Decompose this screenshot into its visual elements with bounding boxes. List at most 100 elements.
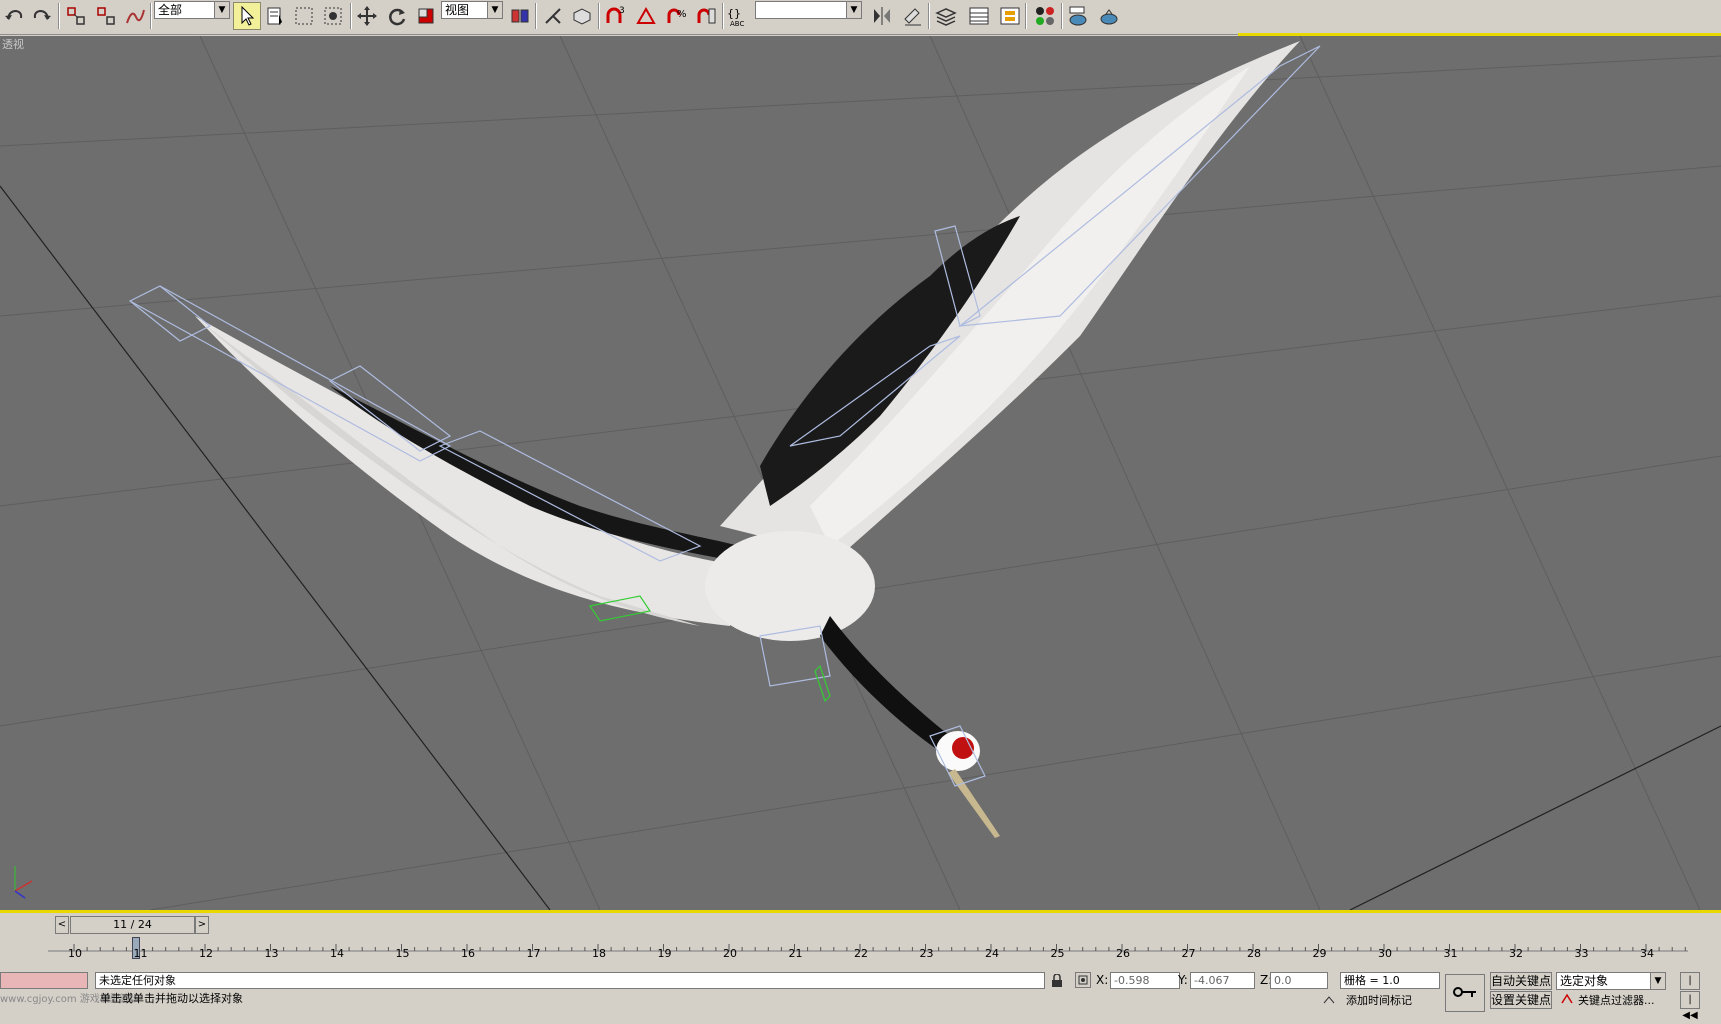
timeline-tick-label: 32 bbox=[1509, 947, 1523, 960]
perspective-viewport[interactable]: 透视 bbox=[0, 36, 1721, 910]
pivot-icon[interactable] bbox=[506, 2, 534, 30]
y-coordinate-field[interactable]: -4.067 bbox=[1190, 972, 1255, 989]
timeline-tick-label: 18 bbox=[592, 947, 606, 960]
timeline-tick-label: 22 bbox=[854, 947, 868, 960]
bind-spacewarp-icon[interactable] bbox=[121, 2, 149, 30]
unlink-icon[interactable] bbox=[92, 2, 120, 30]
timeline-tick-label: 11 bbox=[133, 947, 148, 960]
timeline-tick-label: 19 bbox=[657, 947, 672, 960]
timeline-track[interactable]: 10 11 12 13 14 15 16 17 18 19 20 21 22 23 24 25 26 27 28 29… bbox=[48, 937, 1688, 974]
layer-manager-icon[interactable] bbox=[932, 2, 960, 30]
timeline-tick-label: 23 bbox=[919, 947, 934, 960]
selected-objects-dropdown[interactable]: 选定对象 ▼ bbox=[1556, 972, 1666, 990]
snap-3d-icon[interactable]: 3 bbox=[602, 2, 630, 30]
timeline-tick-label: 17 bbox=[526, 947, 541, 960]
set-key-mode-button[interactable] bbox=[1445, 974, 1485, 1012]
rect-selection-icon[interactable] bbox=[290, 2, 318, 30]
named-selection-dropdown[interactable]: ▼ bbox=[755, 1, 862, 19]
add-time-tag[interactable]: 添加时间标记 bbox=[1346, 992, 1412, 1008]
align-icon[interactable] bbox=[898, 2, 926, 30]
auto-key-button[interactable]: 自动关键点 bbox=[1490, 972, 1552, 990]
selection-filter-dropdown[interactable]: 全部 ▼ bbox=[154, 1, 230, 19]
viewport-scene bbox=[0, 36, 1721, 910]
link-icon[interactable] bbox=[62, 2, 90, 30]
key-filters-button[interactable]: 关键点过滤器... bbox=[1578, 992, 1655, 1008]
mirror-icon[interactable] bbox=[868, 2, 896, 30]
curve-editor-icon[interactable] bbox=[965, 2, 993, 30]
rotate-icon[interactable] bbox=[383, 2, 411, 30]
timeline-tick-label: 33 bbox=[1574, 947, 1589, 960]
timeline-tick-label: 21 bbox=[788, 947, 803, 960]
timeline-tick-label: 31 bbox=[1443, 947, 1458, 960]
angle-snap-icon[interactable] bbox=[632, 2, 660, 30]
axis-tripod bbox=[14, 866, 33, 899]
prompt-message: 单击或单击并拖动以选择对象 bbox=[100, 992, 243, 1005]
svg-text:3: 3 bbox=[619, 6, 625, 16]
viewport-home-grid-axes bbox=[0, 185, 1721, 910]
move-icon[interactable] bbox=[353, 2, 381, 30]
chevron-down-icon: ▼ bbox=[846, 2, 861, 18]
material-editor-icon[interactable] bbox=[1031, 2, 1059, 30]
chevron-down-icon: ▼ bbox=[1650, 973, 1665, 989]
script-listener[interactable] bbox=[0, 972, 88, 989]
spinner-snap-icon[interactable] bbox=[692, 2, 720, 30]
key-icon bbox=[1453, 987, 1476, 997]
time-tag-icon[interactable] bbox=[1322, 994, 1336, 1008]
time-slider-prev-button[interactable]: < bbox=[55, 916, 69, 934]
schematic-view-icon[interactable] bbox=[996, 2, 1024, 30]
select-object-icon[interactable] bbox=[233, 2, 261, 30]
x-coordinate-field[interactable]: -0.598 bbox=[1110, 972, 1180, 989]
percent-snap-icon[interactable]: % bbox=[662, 2, 690, 30]
timeline-tick-label: 30 bbox=[1378, 947, 1392, 960]
time-slider-next-button[interactable]: > bbox=[195, 916, 209, 934]
bottom-panel: < 11 / 24 > 10 11 12 13 14 15 16 17 18 19 20 21 22 23… bbox=[0, 910, 1721, 1021]
reference-coord-dropdown[interactable]: 视图 ▼ bbox=[441, 1, 503, 19]
go-to-start-icon[interactable]: |◀◀ bbox=[1680, 972, 1700, 1002]
timeline-tick-label: 10 bbox=[68, 947, 82, 960]
timeline-tick-label: 12 bbox=[199, 947, 213, 960]
z-coordinate-field[interactable]: 0.0 bbox=[1270, 972, 1328, 989]
render-setup-icon[interactable] bbox=[1064, 2, 1092, 30]
status-row: www.cgjoy.com 游戏模型论坛 未选定任何对象 单击或单击并拖动以选择… bbox=[0, 972, 1721, 1021]
svg-text:ABC: ABC bbox=[730, 20, 744, 27]
window-crossing-icon[interactable] bbox=[319, 2, 347, 30]
timeline-tick-label: 25 bbox=[1050, 947, 1065, 960]
time-slider[interactable]: 11 / 24 bbox=[70, 916, 195, 934]
timeline-tick-label: 28 bbox=[1247, 947, 1261, 960]
go-to-start-icon[interactable]: |◀◀ bbox=[1680, 991, 1700, 1021]
select-by-name-icon[interactable] bbox=[262, 2, 290, 30]
edit-named-selection-icon[interactable]: {} ABC bbox=[725, 2, 753, 30]
timeline-tick-marks bbox=[48, 944, 1688, 952]
status-message: 未选定任何对象 bbox=[95, 972, 1045, 989]
redo-icon[interactable] bbox=[28, 2, 56, 30]
selected-objects-value: 选定对象 bbox=[1560, 974, 1609, 988]
chevron-down-icon: ▼ bbox=[487, 2, 502, 18]
set-key-button[interactable]: 设置关键点 bbox=[1490, 991, 1552, 1009]
crane-model[interactable] bbox=[128, 41, 1321, 838]
scale-icon[interactable] bbox=[412, 2, 440, 30]
timeline-tick-label: 14 bbox=[330, 947, 344, 960]
main-toolbar: 全部 ▼ 视图 ▼ 3 % {} ABC ▼ bbox=[0, 0, 1721, 35]
lock-icon[interactable] bbox=[1050, 973, 1064, 991]
svg-text:{}: {} bbox=[727, 7, 741, 20]
timeline-tick-label: 20 bbox=[723, 947, 737, 960]
chevron-down-icon: ▼ bbox=[214, 2, 229, 18]
quick-render-icon[interactable] bbox=[1095, 2, 1123, 30]
timeline-tick-label: 26 bbox=[1116, 947, 1130, 960]
grid-size: 栅格 = 1.0 bbox=[1340, 972, 1440, 989]
timeline-tick-label: 29 bbox=[1312, 947, 1327, 960]
selection-filter-value: 全部 bbox=[158, 3, 183, 17]
timeline-tick-label: 15 bbox=[395, 947, 410, 960]
undo-icon[interactable] bbox=[0, 2, 28, 30]
manipulate-icon[interactable] bbox=[539, 2, 567, 30]
absolute-mode-icon[interactable] bbox=[1075, 972, 1091, 988]
timeline-tick-label: 13 bbox=[264, 947, 279, 960]
frame-counter: 11 / 24 bbox=[113, 918, 152, 931]
keyboard-shortcut-icon[interactable] bbox=[568, 2, 596, 30]
viewport-label[interactable]: 透视 bbox=[2, 36, 24, 52]
x-label: X: bbox=[1096, 973, 1109, 987]
reference-coord-value: 视图 bbox=[445, 3, 470, 17]
timeline-tick-label: 34 bbox=[1640, 947, 1654, 960]
svg-text:%: % bbox=[677, 9, 687, 20]
timeline-tick-label: 16 bbox=[461, 947, 475, 960]
